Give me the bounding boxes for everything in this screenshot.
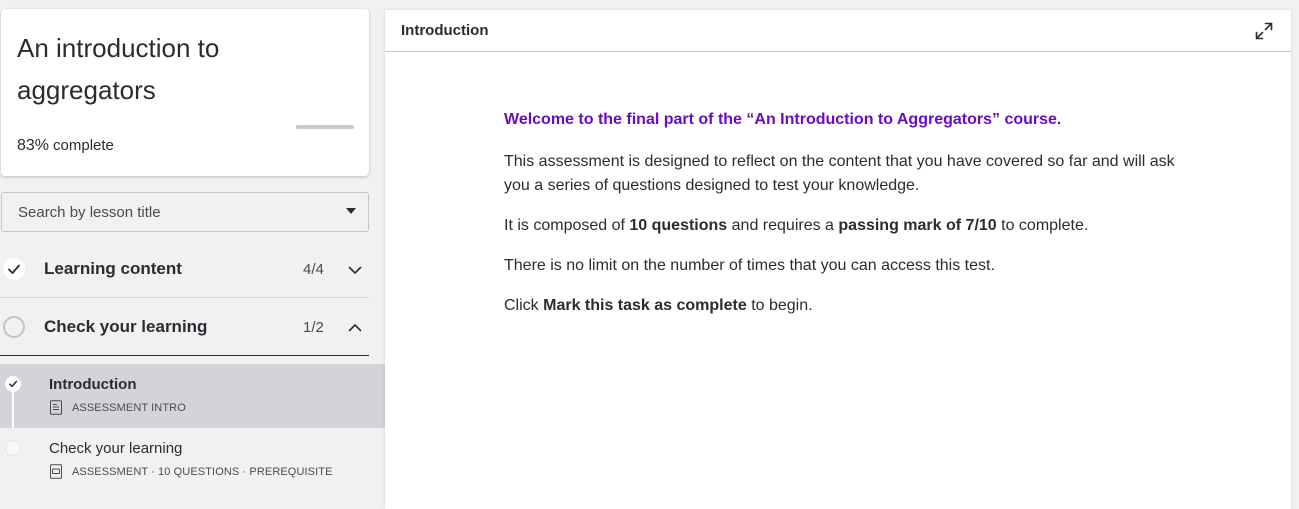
lesson-content: Welcome to the final part of the “An Int… <box>504 108 1184 334</box>
composition-paragraph: It is composed of 10 questions and requi… <box>504 214 1184 238</box>
progress-ring-icon <box>3 316 25 338</box>
lesson-meta-text: ASSESSMENT · 10 QUESTIONS · PREREQUISITE <box>72 465 333 478</box>
chevron-down-icon[interactable] <box>347 262 363 278</box>
instruction-paragraph: Click Mark this task as complete to begi… <box>504 294 1184 318</box>
status-circle-icon <box>5 440 21 456</box>
search-placeholder: Search by lesson title <box>18 203 161 221</box>
lesson-meta: ASSESSMENT INTRO <box>49 400 186 415</box>
section-learning-content[interactable]: Learning content 4/4 <box>0 241 369 298</box>
lesson-panel: Introduction Welcome to the final part o… <box>385 10 1291 509</box>
section-label: Learning content <box>44 259 182 278</box>
progress-text: 83% complete <box>17 137 114 155</box>
lesson-title: Introduction <box>49 376 137 393</box>
section-check-your-learning[interactable]: Check your learning 1/2 <box>0 299 369 356</box>
lesson-item-introduction[interactable]: Introduction ASSESSMENT INTRO <box>0 364 385 436</box>
lesson-search-dropdown[interactable]: Search by lesson title <box>1 192 369 232</box>
course-card: An introduction to aggregators 83% compl… <box>1 9 369 176</box>
check-icon <box>5 376 21 392</box>
check-icon <box>3 258 25 280</box>
progress-percent: 83% <box>17 137 50 154</box>
section-label: Check your learning <box>44 317 208 336</box>
text-span: It is composed of <box>504 217 630 234</box>
lesson-header: Introduction <box>385 10 1291 52</box>
intro-paragraph: This assessment is designed to reflect o… <box>504 153 1175 194</box>
document-icon <box>50 400 62 415</box>
text-span: to begin. <box>746 297 813 314</box>
course-title: An introduction to aggregators <box>17 33 220 105</box>
welcome-heading: Welcome to the final part of the “An Int… <box>504 111 1062 128</box>
expand-icon[interactable] <box>1254 21 1274 41</box>
lesson-item-check-your-learning[interactable]: Check your learning ASSESSMENT · 10 QUES… <box>0 428 385 492</box>
limit-paragraph: There is no limit on the number of times… <box>504 257 995 274</box>
progress-suffix: complete <box>53 137 114 154</box>
progress-bar <box>296 125 354 129</box>
chevron-up-icon[interactable] <box>347 320 363 336</box>
caret-down-icon <box>346 208 356 214</box>
section-count: 1/2 <box>303 319 324 336</box>
section-count: 4/4 <box>303 261 324 278</box>
sidebar: An introduction to aggregators 83% compl… <box>0 0 385 509</box>
lesson-meta: ASSESSMENT · 10 QUESTIONS · PREREQUISITE <box>49 464 333 479</box>
text-span: to complete. <box>996 217 1089 234</box>
lesson-header-title: Introduction <box>401 22 489 39</box>
quiz-document-icon <box>50 464 62 479</box>
text-span: Click <box>504 297 544 314</box>
passing-mark: passing mark of 7/10 <box>838 217 997 234</box>
lesson-meta-text: ASSESSMENT INTRO <box>72 401 186 414</box>
progress-bar-fill <box>296 125 345 129</box>
question-count: 10 questions <box>629 217 728 234</box>
mark-complete-label: Mark this task as complete <box>543 297 747 314</box>
lesson-title: Check your learning <box>49 440 183 457</box>
text-span: and requires a <box>727 217 839 234</box>
